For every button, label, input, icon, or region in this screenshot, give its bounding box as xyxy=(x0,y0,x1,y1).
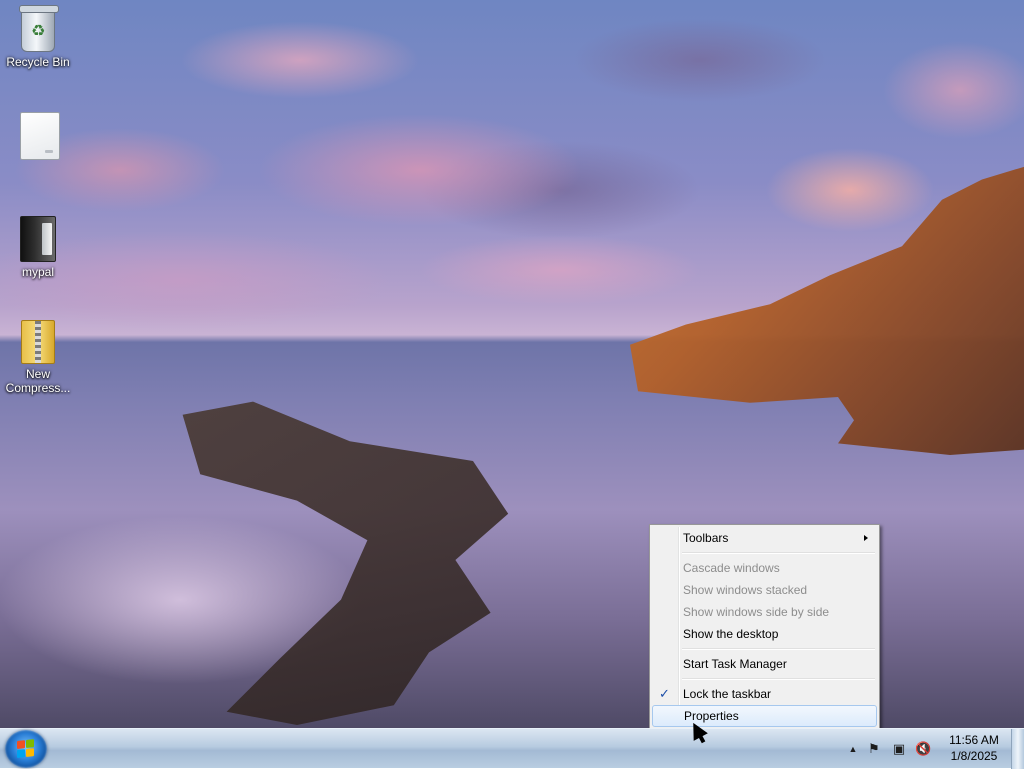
desktop-icon-label: New Compress... xyxy=(5,367,71,395)
desktop-icon-label: mypal xyxy=(21,265,54,279)
compressed-folder-icon xyxy=(21,320,55,364)
checkmark-icon: ✓ xyxy=(659,686,670,701)
desktop-icon-recycle-bin[interactable]: ♻ Recycle Bin xyxy=(0,5,76,69)
network-icon[interactable]: ▣ xyxy=(891,741,907,757)
windows-start-icon xyxy=(17,739,35,759)
show-desktop-button[interactable] xyxy=(1011,729,1024,769)
desktop-icon-blank-file[interactable] xyxy=(2,112,78,163)
menu-separator xyxy=(682,552,875,554)
wallpaper-cliff xyxy=(630,165,1024,455)
menu-item-cascade-windows: Cascade windows xyxy=(652,557,877,579)
menu-item-toolbars[interactable]: Toolbars xyxy=(652,527,877,549)
menu-item-show-windows-side-by-side: Show windows side by side xyxy=(652,601,877,623)
menu-item-label: Cascade windows xyxy=(683,561,780,575)
menu-item-show-the-desktop[interactable]: Show the desktop xyxy=(652,623,877,645)
menu-separator xyxy=(682,648,875,650)
blank-file-icon xyxy=(20,112,60,160)
show-hidden-icons-icon[interactable]: ▲ xyxy=(845,741,861,757)
desktop-icon-mypal[interactable]: mypal xyxy=(0,216,76,279)
menu-item-show-windows-stacked: Show windows stacked xyxy=(652,579,877,601)
menu-item-label: Lock the taskbar xyxy=(683,687,772,701)
menu-item-label: Show the desktop xyxy=(683,627,779,641)
menu-separator xyxy=(682,678,875,680)
clock-date: 1/8/2025 xyxy=(950,749,998,763)
menu-item-label: Show windows stacked xyxy=(683,583,808,597)
menu-item-label: Show windows side by side xyxy=(683,605,830,619)
desktop-icon-label: Recycle Bin xyxy=(6,55,70,69)
menu-item-label: Toolbars xyxy=(683,531,729,545)
menu-item-label: Start Task Manager xyxy=(683,657,787,671)
menu-item-lock-the-taskbar[interactable]: ✓ Lock the taskbar xyxy=(652,683,877,705)
start-button[interactable] xyxy=(5,730,47,768)
menu-item-label: Properties xyxy=(684,709,739,723)
action-center-flag-icon[interactable]: ⚑ xyxy=(866,741,882,757)
taskbar[interactable]: ▲ ⚑ ▣ 🔇 11:56 AM 1/8/2025 xyxy=(0,728,1024,769)
recycle-bin-icon: ♻ xyxy=(19,5,59,52)
taskbar-clock[interactable]: 11:56 AM 1/8/2025 xyxy=(938,732,1010,764)
desktop-icon-new-compressed-folder[interactable]: New Compress... xyxy=(0,320,76,395)
volume-muted-icon[interactable]: 🔇 xyxy=(915,741,931,757)
menu-item-properties[interactable]: Properties xyxy=(652,705,877,727)
taskbar-context-menu: Toolbars Cascade windows Show windows st… xyxy=(649,524,880,730)
submenu-arrow-icon xyxy=(864,535,868,541)
mypal-app-icon xyxy=(20,216,56,262)
menu-item-start-task-manager[interactable]: Start Task Manager xyxy=(652,653,877,675)
clock-time: 11:56 AM xyxy=(949,733,999,747)
